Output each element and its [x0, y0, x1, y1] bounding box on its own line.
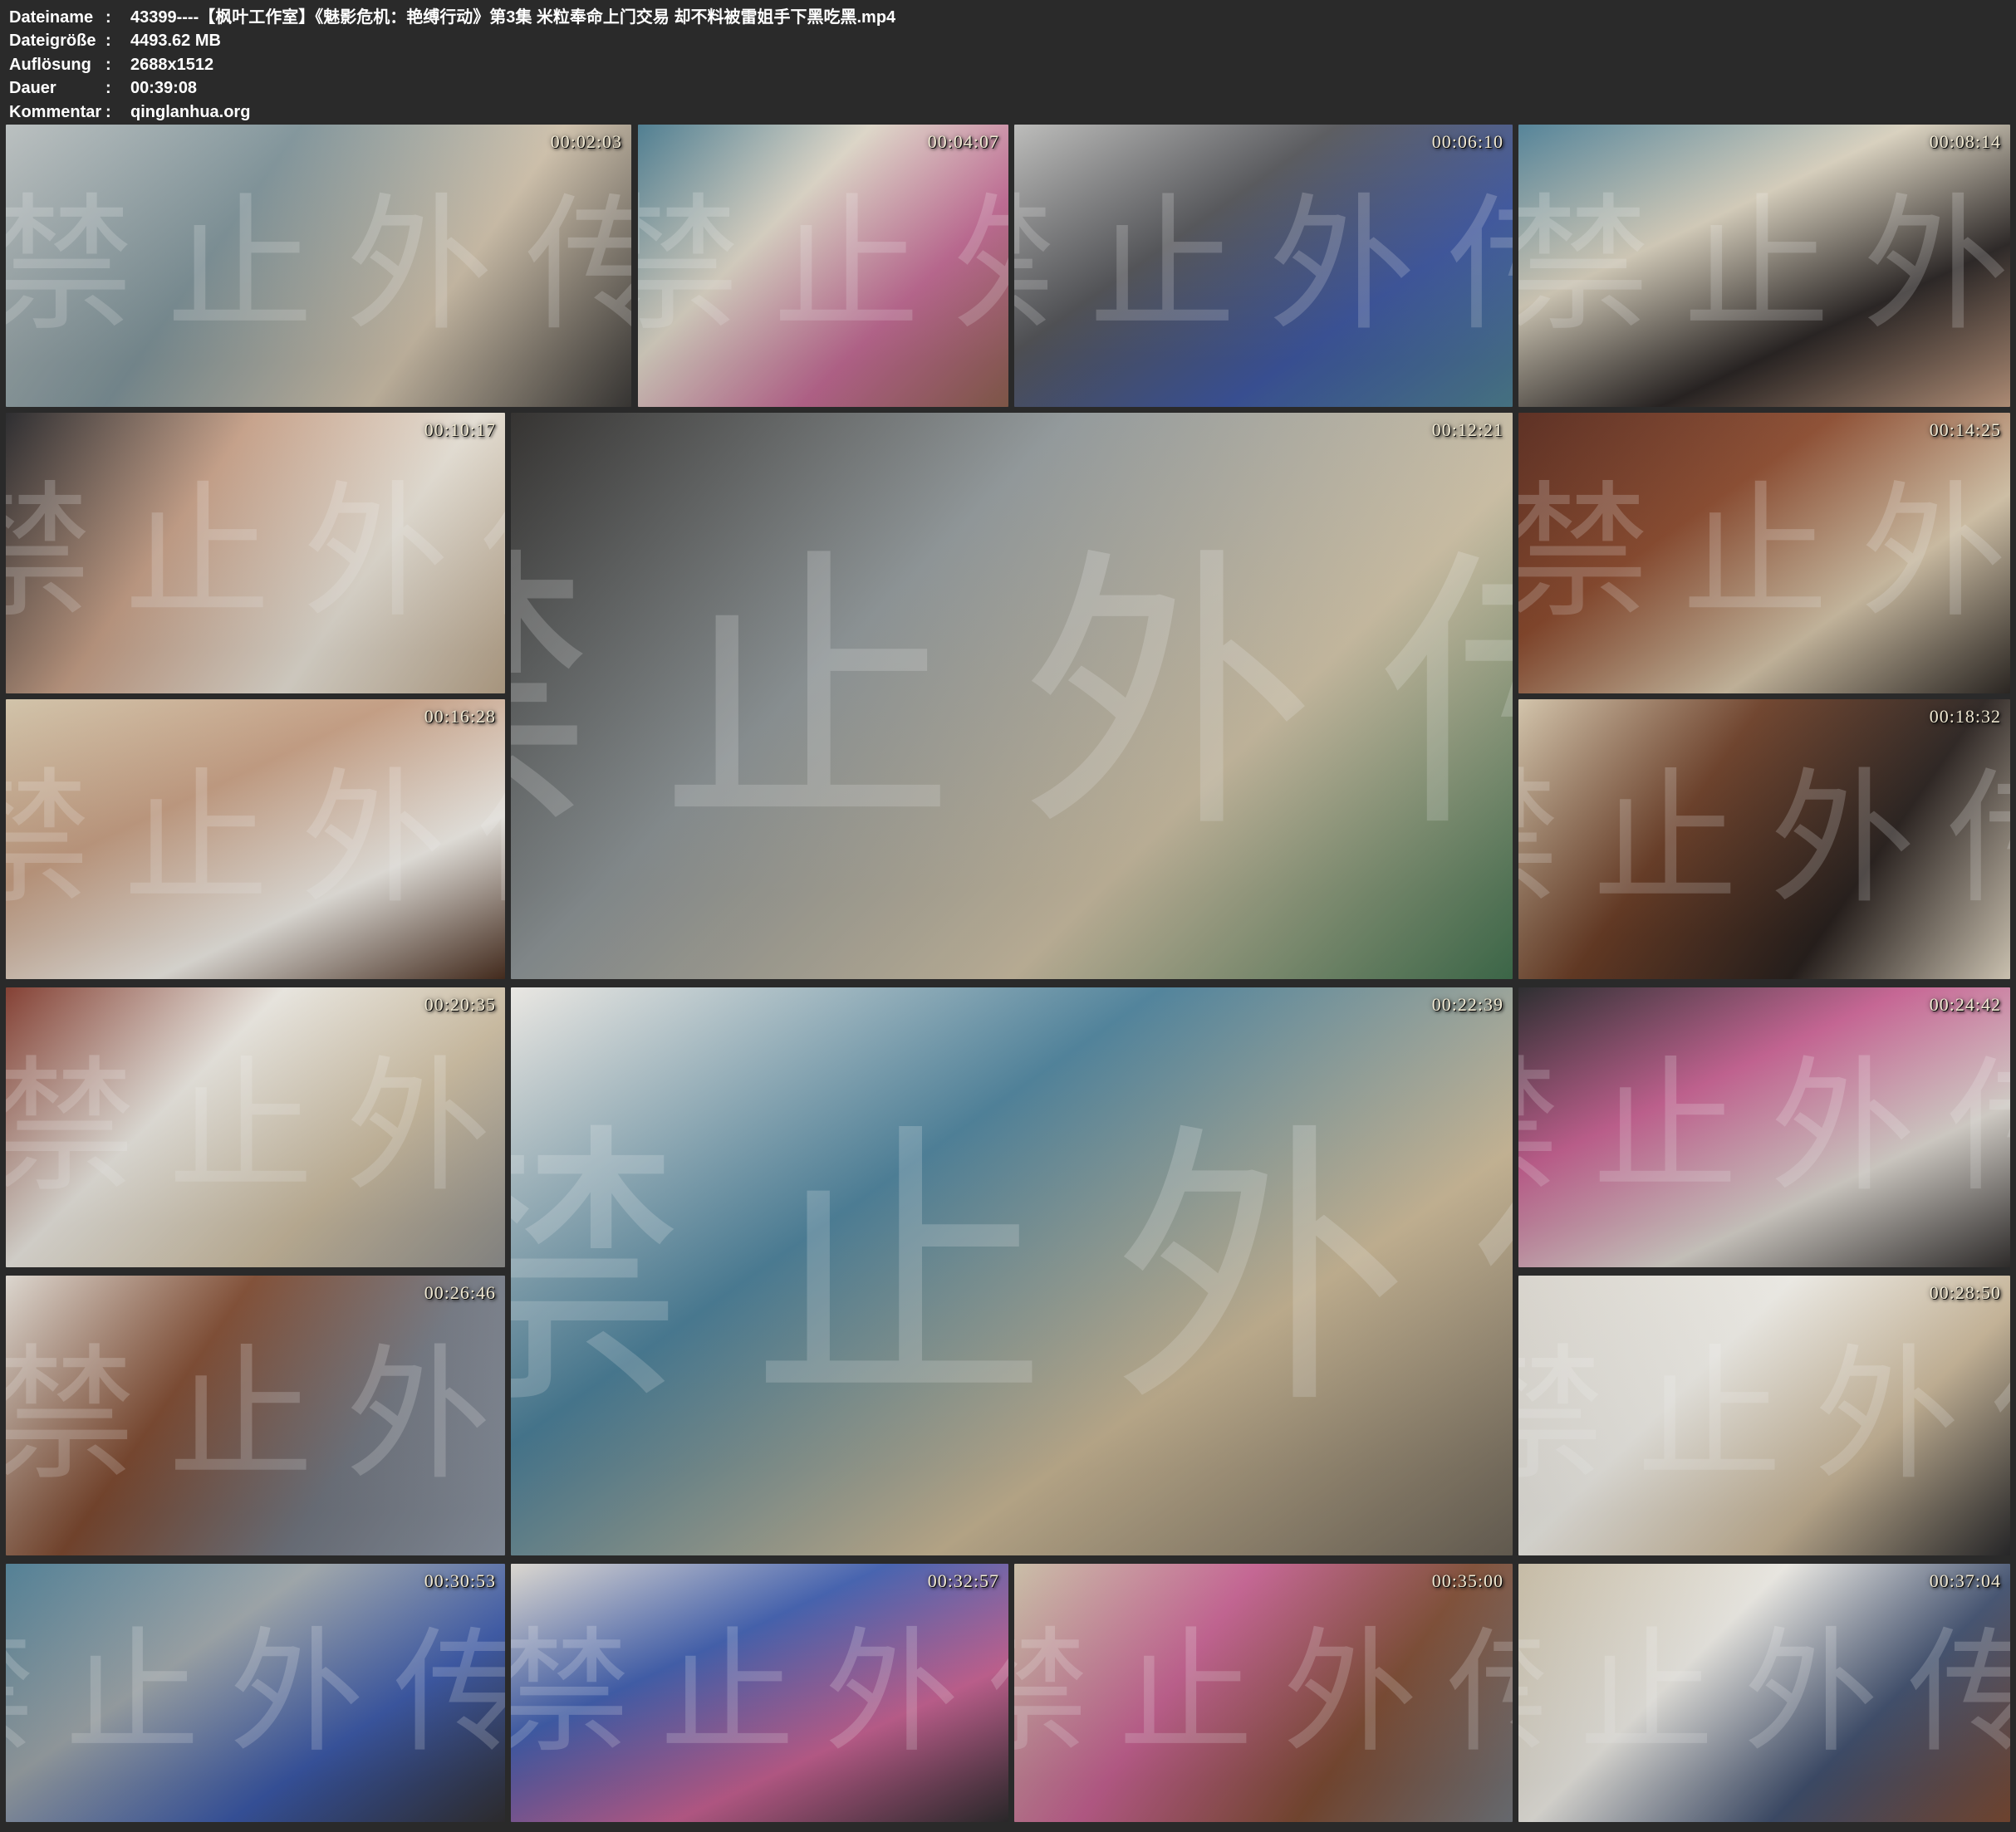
video-thumbnail: 禁止外传 00:08:14	[1518, 125, 2010, 407]
timestamp-overlay: 00:24:42	[1930, 994, 2001, 1016]
timestamp-overlay: 00:28:50	[1930, 1282, 2001, 1304]
timestamp-overlay: 00:12:21	[1432, 419, 1503, 441]
timestamp-overlay: 00:16:28	[424, 706, 496, 727]
timestamp-overlay: 00:26:46	[424, 1282, 496, 1304]
video-thumbnail: 禁止外传 00:35:00	[1014, 1564, 1513, 1822]
watermark-text: 禁止外传	[511, 1626, 1008, 1761]
timestamp-overlay: 00:37:04	[1930, 1570, 2001, 1592]
watermark-text: 禁止外传	[1518, 767, 2010, 912]
watermark-text: 禁止外传	[6, 480, 505, 626]
video-thumbnail: 禁止外传 00:06:10	[1014, 125, 1513, 407]
watermark-text: 禁止外传	[6, 1055, 505, 1200]
watermark-text: 禁止外传	[6, 1626, 505, 1761]
video-thumbnail: 禁止外传 00:18:32	[1518, 699, 2010, 979]
timestamp-overlay: 00:14:25	[1930, 419, 2001, 441]
watermark-text: 禁止外传	[1518, 1343, 2010, 1488]
video-thumbnail: 禁止外传 00:28:50	[1518, 1276, 2010, 1555]
video-thumbnail: 禁止外传 00:37:04	[1518, 1564, 2010, 1822]
thumbnail-grid: 禁止外传 00:02:03 禁止外传 00:04:07 禁止外传 00:06:1…	[0, 0, 2016, 1832]
watermark-text: 禁止外传	[1518, 480, 2010, 626]
watermark-text: 禁止外传	[511, 549, 1513, 844]
video-thumbnail: 禁止外传 00:02:03	[6, 125, 631, 407]
watermark-text: 禁止外传	[511, 1124, 1513, 1419]
watermark-text: 禁止外传	[638, 193, 1008, 340]
video-thumbnail: 禁止外传 00:30:53	[6, 1564, 505, 1822]
timestamp-overlay: 00:04:07	[928, 131, 999, 153]
timestamp-overlay: 00:35:00	[1432, 1570, 1503, 1592]
timestamp-overlay: 00:22:39	[1432, 994, 1503, 1016]
watermark-text: 禁止外传	[1014, 1626, 1513, 1761]
watermark-text: 禁止外传	[1518, 193, 2010, 340]
video-thumbnail: 禁止外传 00:12:21	[511, 413, 1513, 979]
video-thumbnail: 禁止外传 00:14:25	[1518, 413, 2010, 693]
timestamp-overlay: 00:32:57	[928, 1570, 999, 1592]
watermark-text: 禁止外传	[6, 193, 631, 340]
watermark-text: 禁止外传	[1518, 1055, 2010, 1200]
timestamp-overlay: 00:20:35	[424, 994, 496, 1016]
timestamp-overlay: 00:18:32	[1930, 706, 2001, 727]
video-thumbnail: 禁止外传 00:16:28	[6, 699, 505, 979]
timestamp-overlay: 00:06:10	[1432, 131, 1503, 153]
video-thumbnail: 禁止外传 00:22:39	[511, 987, 1513, 1555]
watermark-text: 禁止外传	[1518, 1626, 2010, 1761]
timestamp-overlay: 00:30:53	[424, 1570, 496, 1592]
video-thumbnail: 禁止外传 00:26:46	[6, 1276, 505, 1555]
video-thumbnail: 禁止外传 00:20:35	[6, 987, 505, 1267]
watermark-text: 禁止外传	[1014, 193, 1513, 340]
video-thumbnail: 禁止外传 00:24:42	[1518, 987, 2010, 1267]
timestamp-overlay: 00:08:14	[1930, 131, 2001, 153]
video-thumbnail: 禁止外传 00:32:57	[511, 1564, 1008, 1822]
video-thumbnail: 禁止外传 00:10:17	[6, 413, 505, 693]
video-contact-sheet: Dateiname : 43399----【枫叶工作室】《魅影危机：艳缚行动》第…	[0, 0, 2016, 1832]
watermark-text: 禁止外传	[6, 767, 505, 912]
watermark-text: 禁止外传	[6, 1343, 505, 1488]
timestamp-overlay: 00:10:17	[424, 419, 496, 441]
timestamp-overlay: 00:02:03	[551, 131, 622, 153]
video-thumbnail: 禁止外传 00:04:07	[638, 125, 1008, 407]
